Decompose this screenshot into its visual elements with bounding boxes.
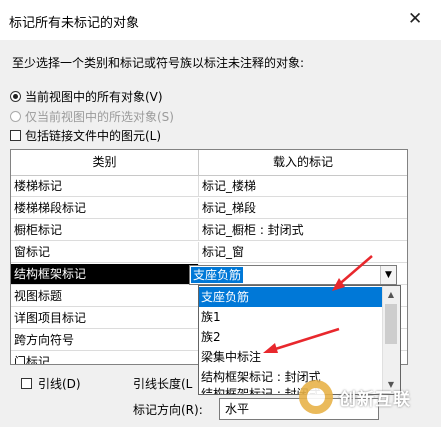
category-cell[interactable]: 视图标题 (11, 286, 199, 307)
category-cell[interactable]: 详图项目标记 (11, 308, 199, 329)
category-cell[interactable]: 窗标记 (11, 242, 199, 263)
category-cell[interactable]: 跨方向符号 (11, 330, 199, 351)
tag-orientation-label: 标记方向(R): (133, 403, 203, 417)
leader-label: 引线(D) (38, 376, 81, 391)
checkbox-icon[interactable] (21, 377, 32, 389)
radio-icon[interactable] (10, 90, 21, 102)
leader-option[interactable]: 引线(D) (21, 375, 81, 391)
dropdown-item[interactable]: 支座负筋 (199, 287, 383, 307)
leader-length-label: 引线长度(L (133, 377, 193, 391)
table-row[interactable]: 窗标记 标记_窗 (11, 242, 407, 264)
option-include-linked[interactable]: 包括链接文件中的图元(L) (10, 126, 161, 144)
combobox-value: 支座负筋 (191, 267, 244, 283)
checkbox-icon[interactable] (10, 129, 21, 141)
option-selected-in-view: 仅当前视图中的所选对象(S) (10, 107, 174, 125)
dropdown-item[interactable]: 族1 (199, 307, 383, 327)
option-selected-in-view-label: 仅当前视图中的所选对象(S) (25, 109, 174, 124)
dropdown-arrow-icon[interactable]: ▼ (380, 266, 396, 284)
option-all-in-view-label: 当前视图中的所有对象(V) (25, 89, 163, 104)
close-icon[interactable]: ✕ (408, 9, 422, 29)
dropdown-item[interactable]: 族2 (199, 327, 383, 347)
dialog-title: 标记所有未标记的对象 (9, 16, 140, 31)
table-row[interactable]: 楼梯梯段标记 标记_梯段 (11, 198, 407, 220)
tag-cell[interactable]: 标记_梯段 (199, 198, 407, 219)
category-cell[interactable]: 门标记 (11, 352, 199, 364)
watermark-logo-icon (299, 380, 333, 414)
category-cell[interactable]: 橱柜标记 (11, 220, 199, 241)
tag-cell[interactable]: 标记_橱柜 : 封闭式 (199, 220, 407, 241)
scroll-up-icon[interactable]: ▲ (383, 287, 399, 303)
column-header-category[interactable]: 类别 (11, 150, 199, 176)
category-cell[interactable]: 结构框架标记 (11, 264, 199, 285)
tag-cell[interactable]: 标记_窗 (199, 242, 407, 263)
table-row[interactable]: 橱柜标记 标记_橱柜 : 封闭式 (11, 220, 407, 242)
tag-cell[interactable]: 标记_楼梯 (199, 176, 407, 197)
title-bar: 标记所有未标记的对象 ✕ (0, 0, 441, 40)
column-header-tag[interactable]: 载入的标记 (199, 150, 407, 176)
category-cell[interactable]: 楼梯标记 (11, 176, 199, 197)
table-row[interactable]: 楼梯标记 标记_楼梯 (11, 176, 407, 198)
table-header: 类别 载入的标记 (11, 150, 407, 176)
dropdown-item[interactable]: 梁集中标注 (199, 347, 383, 367)
option-all-in-view[interactable]: 当前视图中的所有对象(V) (10, 87, 163, 105)
watermark-text: 创新互联 (339, 389, 411, 410)
radio-icon (10, 110, 21, 122)
scrollbar-thumb[interactable] (385, 304, 397, 344)
tag-combobox[interactable]: 支座负筋 ▼ (189, 265, 397, 285)
watermark: 创新互联 (299, 372, 439, 422)
option-include-linked-label: 包括链接文件中的图元(L) (25, 128, 162, 143)
category-cell[interactable]: 楼梯梯段标记 (11, 198, 199, 219)
instruction-text: 至少选择一个类别和标记或符号族以标注未注释的对象: (12, 56, 305, 70)
